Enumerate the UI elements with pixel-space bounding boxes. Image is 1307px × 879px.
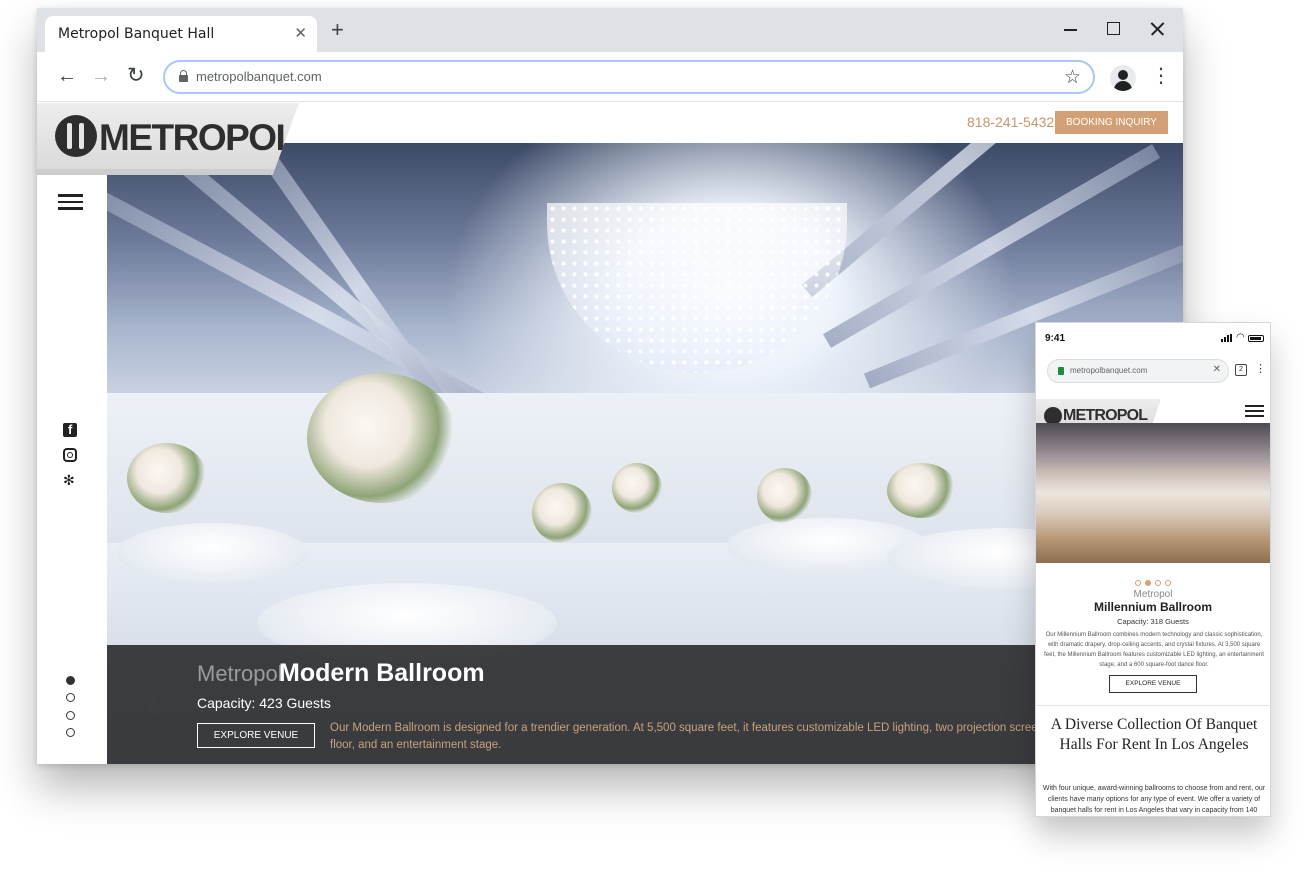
new-tab-icon[interactable]: + [331, 19, 344, 41]
clear-url-icon[interactable]: ✕ [1213, 364, 1221, 375]
lock-icon [179, 70, 188, 82]
venue-caption-panel: Metropol Modern Ballroom Capacity: 423 G… [107, 645, 1183, 764]
venue-capacity: Capacity: 423 Guests [197, 695, 331, 711]
mobile-hamburger-icon[interactable] [1245, 405, 1264, 417]
ceiling-beam [801, 143, 1119, 298]
slide-dot-2[interactable] [66, 693, 75, 702]
venue-prefix: Metropol [197, 661, 283, 686]
browser-tab[interactable]: Metropol Banquet Hall ✕ [45, 16, 317, 52]
desktop-browser-window: Metropol Banquet Hall ✕ + ← → ↻ metropol… [37, 8, 1183, 764]
lock-icon [1058, 367, 1064, 375]
mobile-url-text: metropolbanquet.com [1070, 366, 1148, 375]
logo-text: METROPOL [99, 117, 298, 158]
window-close-icon[interactable] [1147, 18, 1169, 40]
back-arrow-icon[interactable]: ← [57, 66, 77, 86]
hero-slideshow: ‹ Metropol Modern Ballroom Capacity: 423… [107, 143, 1183, 764]
venue-name: Modern Ballroom [279, 659, 485, 687]
minimize-icon[interactable] [1060, 18, 1082, 40]
tab-count-icon[interactable]: 2 [1235, 364, 1247, 376]
mobile-venue-capacity: Capacity: 318 Guests [1117, 617, 1189, 626]
hamburger-menu-icon[interactable] [58, 194, 83, 210]
bookmark-star-icon[interactable]: ☆ [1064, 66, 1081, 89]
slide-dot-4[interactable] [66, 728, 75, 737]
instagram-icon[interactable] [63, 448, 77, 462]
section-divider [1036, 705, 1270, 706]
mobile-section-heading: A Diverse Collection Of Banquet Halls Fo… [1050, 716, 1258, 753]
forward-arrow-icon[interactable]: → [91, 66, 111, 86]
status-time: 9:41 [1045, 333, 1066, 344]
maximize-icon[interactable] [1103, 18, 1125, 40]
mobile-slide-dot-1[interactable] [1135, 580, 1141, 586]
phone-link[interactable]: 818-241-5432 [967, 114, 1054, 130]
tab-close-icon[interactable]: ✕ [294, 24, 307, 42]
mobile-slide-dot-4[interactable] [1165, 580, 1171, 586]
mobile-device: 9:41 ◠ metropolbanquet.com ✕ 2 ⋮ METROPO… [1035, 322, 1271, 817]
mobile-section-body: With four unique, award-winning ballroom… [1042, 785, 1266, 814]
facebook-icon[interactable] [63, 422, 77, 437]
mobile-explore-venue-button[interactable]: EXPLORE VENUE [1109, 675, 1197, 693]
mobile-address-bar[interactable]: metropolbanquet.com ✕ [1047, 359, 1229, 383]
mobile-slide-dot-3[interactable] [1155, 580, 1161, 586]
screenshot-stage: Metropol Banquet Hall ✕ + ← → ↻ metropol… [0, 0, 1307, 879]
profile-avatar-icon[interactable] [1110, 65, 1136, 91]
mobile-venue-description: Our Millennium Ballroom combines modern … [1044, 632, 1264, 668]
mobile-venue-prefix: Metropol [1133, 589, 1173, 600]
wifi-icon: ◠ [1236, 332, 1245, 343]
reload-icon[interactable]: ↻ [127, 65, 145, 86]
flower-centerpiece [757, 468, 812, 523]
signal-icon [1221, 334, 1233, 342]
ceiling-beam [823, 144, 1161, 348]
mobile-slide-dot-2[interactable] [1145, 580, 1151, 586]
tab-title: Metropol Banquet Hall [58, 26, 215, 42]
address-bar[interactable]: metropolbanquet.com ☆ [163, 60, 1095, 94]
mobile-hero-image [1036, 423, 1270, 563]
site-logo[interactable]: METROPOL [37, 103, 299, 175]
mobile-status-bar: 9:41 ◠ [1036, 323, 1270, 351]
battery-icon [1248, 335, 1264, 342]
flower-centerpiece [307, 373, 457, 503]
tab-strip: Metropol Banquet Hall ✕ + [37, 8, 1183, 52]
yelp-icon[interactable]: ✻ [63, 473, 77, 487]
explore-venue-button[interactable]: EXPLORE VENUE [197, 723, 315, 748]
website-viewport: ‹ Metropol Modern Ballroom Capacity: 423… [37, 103, 1183, 764]
mobile-menu-icon[interactable]: ⋮ [1255, 362, 1266, 375]
flower-centerpiece [887, 463, 957, 518]
flower-centerpiece [612, 463, 662, 513]
slide-dot-1[interactable] [66, 676, 75, 685]
metropol-logo-mark [55, 115, 97, 157]
flower-centerpiece [127, 443, 207, 513]
booking-inquiry-button[interactable]: BOOKING INQUIRY [1055, 111, 1168, 134]
browser-menu-icon[interactable]: ⋮ [1151, 66, 1171, 86]
flower-centerpiece [532, 483, 592, 543]
banquet-table [117, 523, 307, 583]
slide-dot-3[interactable] [66, 711, 75, 720]
mobile-venue-name: Millennium Ballroom [1093, 600, 1212, 614]
browser-toolbar: ← → ↻ metropolbanquet.com ☆ ⋮ [37, 52, 1183, 102]
url-text: metropolbanquet.com [196, 69, 322, 84]
crystal-chandelier [547, 203, 847, 373]
